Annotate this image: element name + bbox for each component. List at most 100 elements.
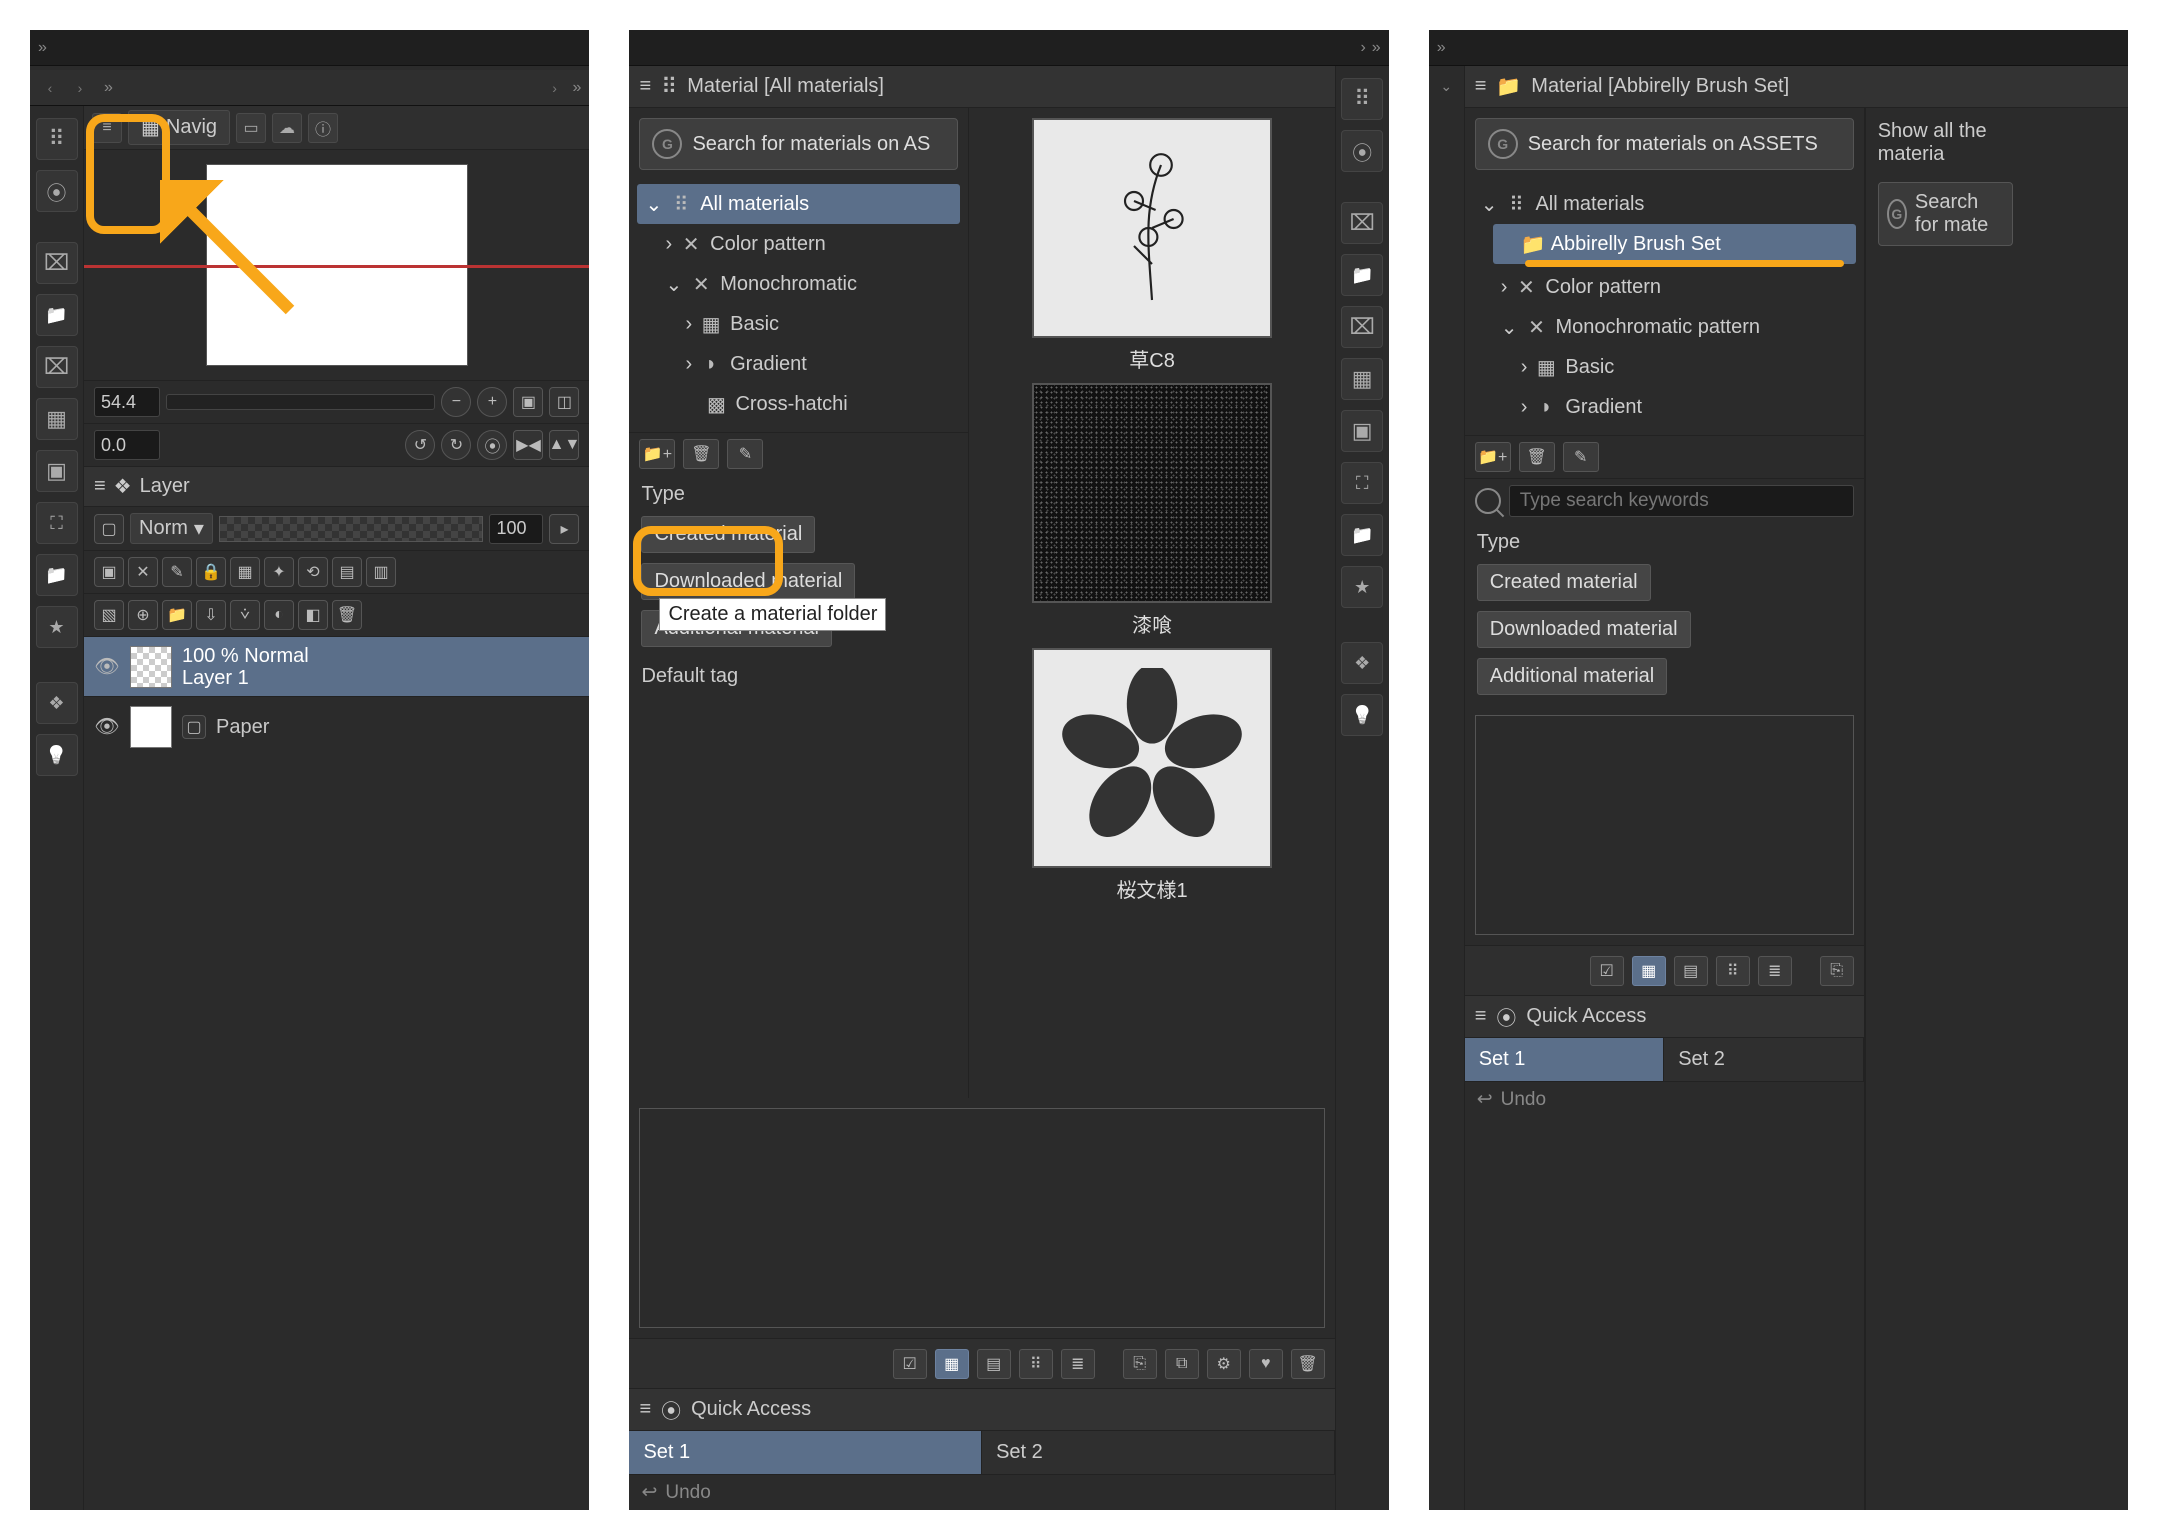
- tree-basic[interactable]: › ▦ Basic: [1513, 347, 1856, 387]
- rotate-ccw-icon[interactable]: ↺: [405, 430, 435, 460]
- zoom-value[interactable]: 54.4: [94, 387, 160, 417]
- sidebar-icon-i[interactable]: [1341, 642, 1383, 684]
- set-tab-2[interactable]: Set 2: [982, 1431, 1335, 1474]
- tab-navigator[interactable]: ▦ Navig: [128, 110, 230, 145]
- chip-additional[interactable]: Additional material: [1477, 658, 1668, 695]
- search-assets-inline[interactable]: Search for mate: [1878, 182, 2013, 246]
- delete-folder-icon[interactable]: 🗑: [1519, 442, 1555, 472]
- check-icon[interactable]: ☑: [893, 1349, 927, 1379]
- panel-menu-icon[interactable]: ≡: [639, 1398, 651, 1421]
- sidebar-icon-b[interactable]: [1341, 254, 1383, 296]
- nav-right-chevron[interactable]: ›: [1360, 39, 1365, 57]
- panel-menu-icon[interactable]: ≡: [1475, 1005, 1487, 1028]
- zoom-in-icon[interactable]: +: [477, 387, 507, 417]
- delete-icon[interactable]: 🗑: [1291, 1349, 1325, 1379]
- tree-monochromatic[interactable]: ⌄ ✕ Monochromatic pattern: [1493, 307, 1856, 347]
- layer-tool-f[interactable]: ✦: [264, 557, 294, 587]
- layer-row-1[interactable]: 👁 100 % Normal Layer 1: [84, 636, 589, 696]
- view-list-icon[interactable]: ≣: [1061, 1349, 1095, 1379]
- nav-right-overflow[interactable]: »: [573, 79, 582, 97]
- view-medium-icon[interactable]: ▤: [1674, 956, 1708, 986]
- material-palette-icon[interactable]: [36, 118, 78, 160]
- layer-tool-b[interactable]: ✕: [128, 557, 158, 587]
- undo-row[interactable]: ↩ Undo: [1465, 1081, 1864, 1117]
- sidebar-icon-b[interactable]: [36, 294, 78, 336]
- set-tab-1[interactable]: Set 1: [1465, 1038, 1665, 1081]
- mask-icon[interactable]: ◐: [264, 600, 294, 630]
- tree-color-pattern[interactable]: › ✕ Color pattern: [1493, 267, 1856, 307]
- sidebar-icon-f[interactable]: [36, 502, 78, 544]
- sidebar-icon-i[interactable]: [36, 682, 78, 724]
- sidebar-icon-h[interactable]: [36, 606, 78, 648]
- actual-size-icon[interactable]: ◫: [549, 387, 579, 417]
- navigator-canvas-preview[interactable]: [84, 150, 589, 380]
- quick-access-icon[interactable]: [1341, 130, 1383, 172]
- view-small-icon[interactable]: ⠿: [1019, 1349, 1053, 1379]
- rotate-cw-icon[interactable]: ↻: [441, 430, 471, 460]
- visibility-icon[interactable]: 👁: [94, 654, 120, 679]
- layer-tool-c[interactable]: ✎: [162, 557, 192, 587]
- material-item-2[interactable]: 漆喰: [1032, 383, 1272, 638]
- trash-icon[interactable]: 🗑: [332, 600, 362, 630]
- panel-menu-icon[interactable]: ≡: [92, 113, 122, 143]
- panel-menu-icon[interactable]: ≡: [1475, 75, 1487, 98]
- edit-folder-icon[interactable]: ✎: [727, 439, 763, 469]
- opacity-value[interactable]: 100: [489, 514, 543, 544]
- layer-tool-e[interactable]: ▦: [230, 557, 260, 587]
- panel-menu-icon[interactable]: ≡: [94, 475, 106, 498]
- tab-extra-2[interactable]: ☁: [272, 113, 302, 143]
- sidebar-icon-d[interactable]: [1341, 358, 1383, 400]
- flip-v-icon[interactable]: ▲▼: [549, 430, 579, 460]
- favorite-icon[interactable]: ♥: [1249, 1349, 1283, 1379]
- props-icon[interactable]: ⚙: [1207, 1349, 1241, 1379]
- check-icon[interactable]: ☑: [1590, 956, 1624, 986]
- sidebar-icon-f[interactable]: [1341, 462, 1383, 504]
- duplicate-icon[interactable]: ⧉: [1165, 1349, 1199, 1379]
- fit-screen-icon[interactable]: ▣: [513, 387, 543, 417]
- new-layer-icon[interactable]: ▧: [94, 600, 124, 630]
- tab-info-icon[interactable]: ⓘ: [308, 113, 338, 143]
- search-assets-button[interactable]: Search for materials on AS: [639, 118, 958, 170]
- layer-tool-i[interactable]: ▥: [366, 557, 396, 587]
- paste-icon[interactable]: ⎘: [1820, 956, 1854, 986]
- tab-extra-1[interactable]: ▭: [236, 113, 266, 143]
- tree-basic[interactable]: › ▦ Basic: [677, 304, 960, 344]
- clip-icon[interactable]: ◧: [298, 600, 328, 630]
- layer-tool-a[interactable]: ▣: [94, 557, 124, 587]
- tree-brush-set[interactable]: 📁 Abbirelly Brush Set: [1493, 224, 1856, 264]
- tree-gradient[interactable]: › ◗ Gradient: [1513, 387, 1856, 427]
- sidebar-icon-a[interactable]: [36, 242, 78, 284]
- chip-created[interactable]: Created material: [641, 516, 815, 553]
- paste-icon[interactable]: ⎘: [1123, 1349, 1157, 1379]
- set-tab-1[interactable]: Set 1: [629, 1431, 982, 1474]
- toolbar-overflow-icon[interactable]: »: [1372, 39, 1381, 57]
- chevron-down-icon[interactable]: ⌄: [1440, 78, 1452, 95]
- sidebar-icon-h[interactable]: [1341, 566, 1383, 608]
- sidebar-icon-e[interactable]: [1341, 410, 1383, 452]
- layer-color-icon[interactable]: ▢: [94, 514, 124, 544]
- create-folder-icon[interactable]: 📁+: [1475, 442, 1511, 472]
- material-item-1[interactable]: 草C8: [1032, 118, 1272, 373]
- chip-created[interactable]: Created material: [1477, 564, 1651, 601]
- sidebar-icon-g[interactable]: [1341, 514, 1383, 556]
- show-all-materials-label[interactable]: Show all the materia: [1878, 120, 2013, 166]
- opacity-stepper[interactable]: ▸: [549, 514, 579, 544]
- create-folder-icon[interactable]: 📁+: [639, 439, 675, 469]
- search-assets-button[interactable]: Search for materials on ASSETS: [1475, 118, 1854, 170]
- set-tab-2[interactable]: Set 2: [1664, 1038, 1864, 1081]
- sidebar-icon-j[interactable]: [36, 734, 78, 776]
- rotate-value[interactable]: 0.0: [94, 430, 160, 460]
- panel-menu-icon[interactable]: ≡: [639, 75, 651, 98]
- sidebar-icon-d[interactable]: [36, 398, 78, 440]
- flip-h-icon[interactable]: ▶◀: [513, 430, 543, 460]
- zoom-slider[interactable]: [166, 394, 435, 410]
- merge-down-icon[interactable]: ⩒: [230, 600, 260, 630]
- layer-tool-g[interactable]: ⟲: [298, 557, 328, 587]
- tree-gradient[interactable]: › ◗ Gradient: [677, 344, 960, 384]
- zoom-out-icon[interactable]: −: [441, 387, 471, 417]
- layer-row-paper[interactable]: 👁 ▢ Paper: [84, 696, 589, 756]
- transfer-down-icon[interactable]: ⇩: [196, 600, 226, 630]
- sidebar-icon-j[interactable]: [1341, 694, 1383, 736]
- material-palette-icon[interactable]: [1341, 78, 1383, 120]
- view-medium-icon[interactable]: ▤: [977, 1349, 1011, 1379]
